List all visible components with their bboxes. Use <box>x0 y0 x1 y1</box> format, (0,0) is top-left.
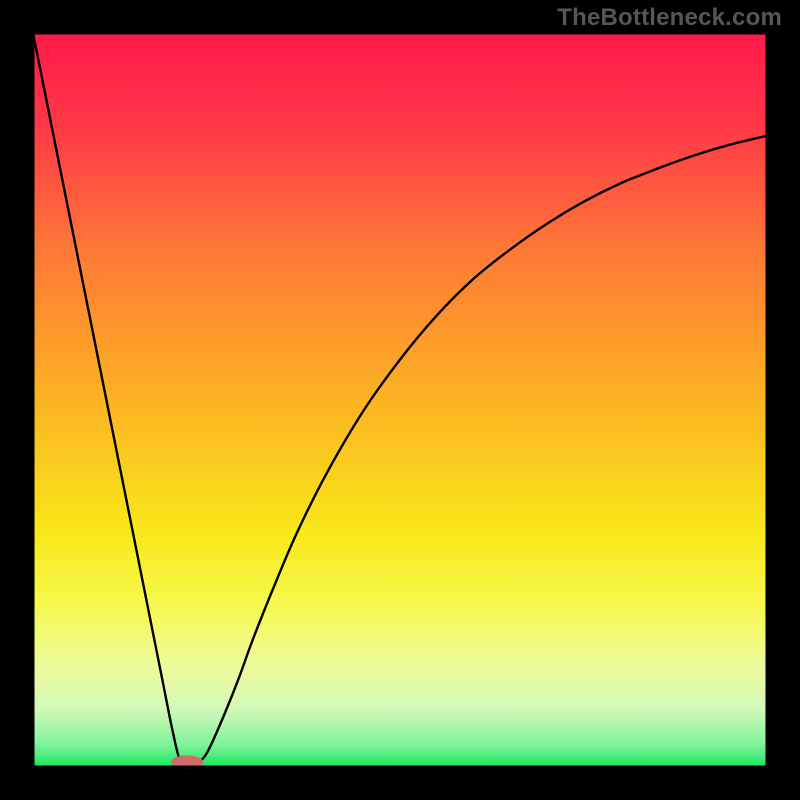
watermark-label: TheBottleneck.com <box>557 4 782 32</box>
chart-container: TheBottleneck.com <box>0 0 800 800</box>
bottleneck-chart <box>0 0 800 800</box>
chart-gradient-background <box>33 33 767 767</box>
